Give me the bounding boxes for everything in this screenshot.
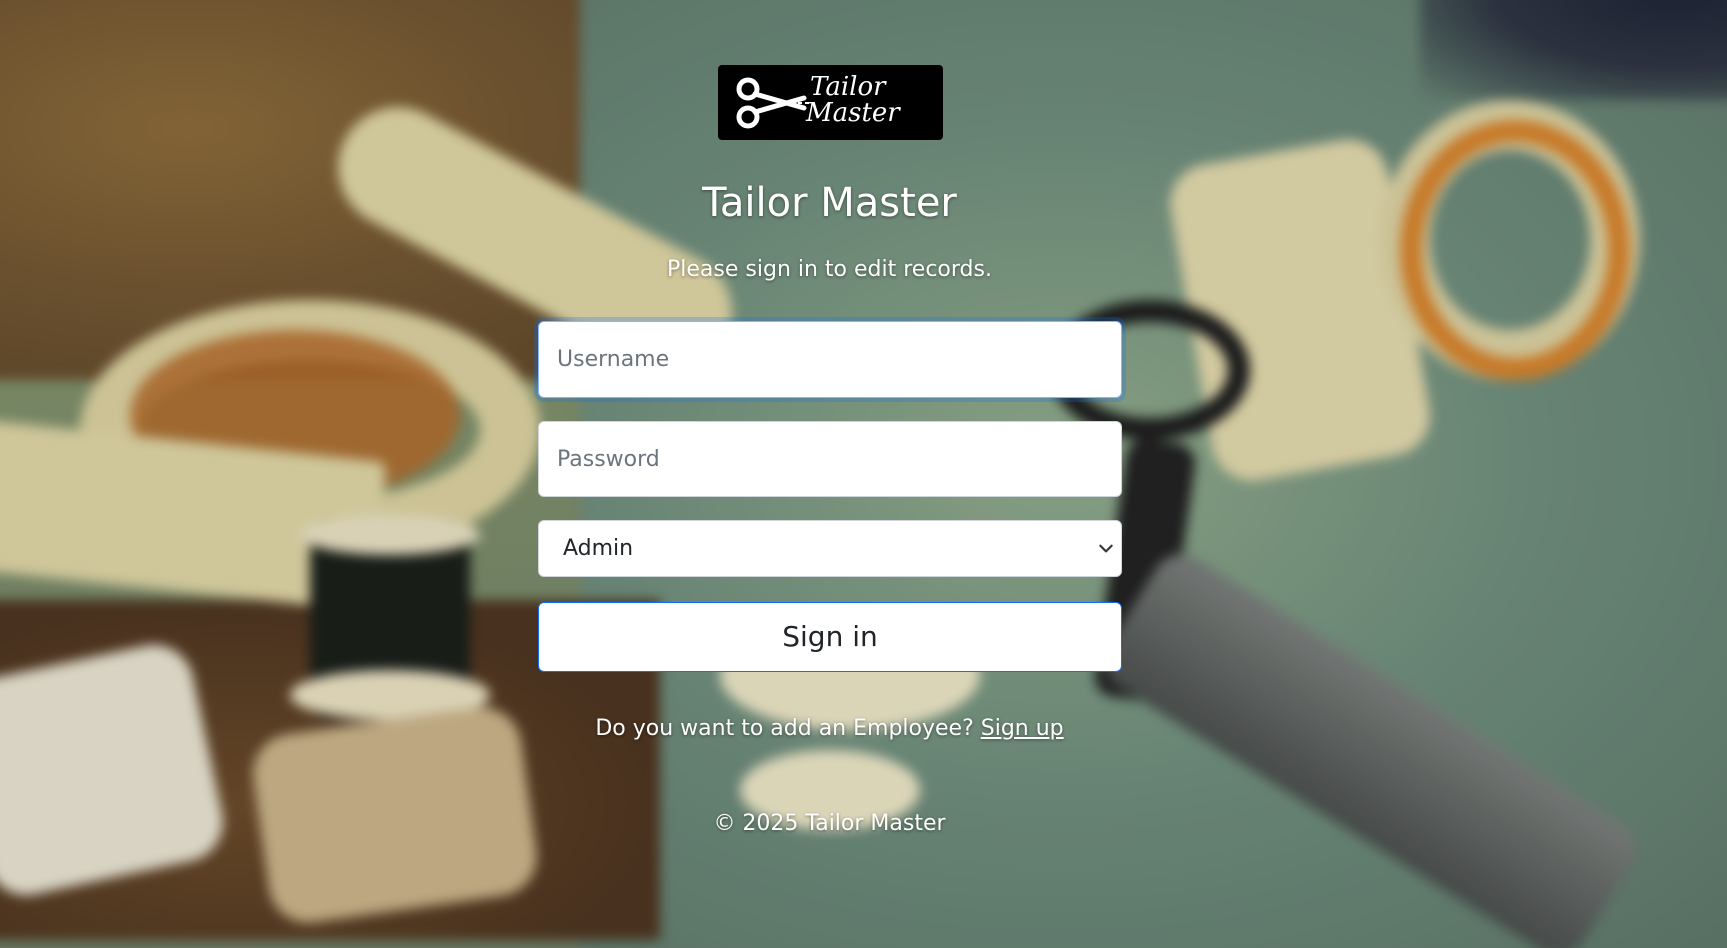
sign-in-button[interactable]: Sign in <box>538 602 1122 672</box>
sign-up-link[interactable]: Sign up <box>981 716 1064 741</box>
role-select-value: Admin <box>563 536 634 561</box>
login-page: Tailor Master Tailor Master Please sign … <box>0 0 1727 948</box>
chevron-down-icon <box>1099 544 1113 553</box>
footer-copyright: © 2025 Tailor Master <box>713 811 946 836</box>
logo-text-line2: Master <box>806 98 900 128</box>
page-title: Tailor Master <box>702 180 957 226</box>
username-input[interactable] <box>538 321 1122 398</box>
page-subtitle: Please sign in to edit records. <box>667 257 992 282</box>
scissors-icon <box>736 77 812 129</box>
signup-prompt-text: Do you want to add an Employee? <box>595 716 974 741</box>
logo-text-line1: Tailor <box>810 72 886 102</box>
role-select[interactable]: Admin <box>538 520 1122 577</box>
brand-logo: Tailor Master <box>718 65 943 140</box>
password-input[interactable] <box>538 421 1122 497</box>
signup-prompt: Do you want to add an Employee? Sign up <box>0 714 1659 744</box>
